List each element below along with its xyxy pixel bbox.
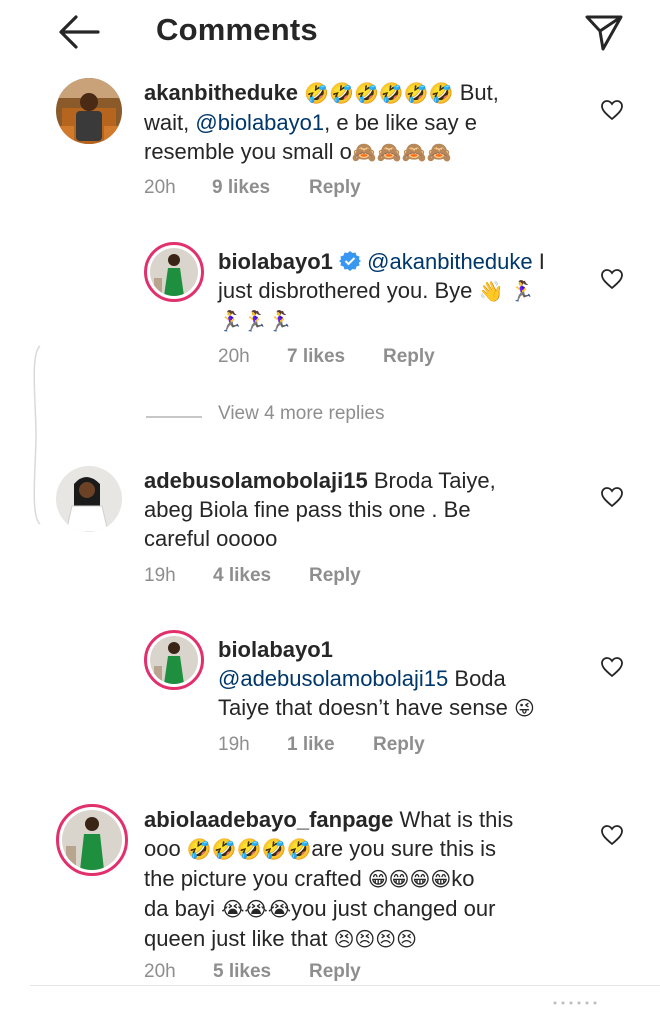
heart-outline-icon[interactable] xyxy=(600,99,624,121)
avatar[interactable] xyxy=(56,804,128,876)
more-dots-icon xyxy=(553,1001,597,1005)
likes-count[interactable]: 7 likes xyxy=(287,346,345,368)
likes-count[interactable]: 5 likes xyxy=(213,961,271,983)
reply-button[interactable]: Reply xyxy=(309,177,361,199)
likes-count[interactable]: 9 likes xyxy=(212,177,270,199)
user-photo xyxy=(150,636,198,684)
heart-outline-icon[interactable] xyxy=(600,268,624,290)
emoji-running: 🏃‍♀️🏃‍♀️🏃‍♀️ xyxy=(218,309,293,333)
timestamp: 19h xyxy=(218,734,250,755)
timestamp: 20h xyxy=(144,177,176,198)
emoji-persevere: 😣😣😣😣 xyxy=(333,927,417,951)
page-title: Comments xyxy=(156,12,318,47)
username[interactable]: biolabayo1 xyxy=(218,249,333,274)
divider-line xyxy=(146,416,202,418)
username[interactable]: adebusolamobolaji15 xyxy=(144,468,368,493)
user-photo xyxy=(56,78,122,144)
timestamp: 20h xyxy=(218,346,250,367)
bottom-divider xyxy=(30,985,660,986)
avatar[interactable] xyxy=(144,242,204,302)
avatar[interactable] xyxy=(56,78,122,144)
heart-outline-icon[interactable] xyxy=(600,656,624,678)
user-photo xyxy=(150,248,198,296)
timestamp: 19h xyxy=(144,565,176,586)
user-photo xyxy=(56,466,122,532)
share-button[interactable] xyxy=(584,12,624,52)
comment-text: biolabayo1 @adebusolamobolaji15 Boda Tai… xyxy=(218,637,535,720)
user-photo xyxy=(62,810,122,870)
reply-button[interactable]: Reply xyxy=(383,346,435,368)
comment-text: adebusolamobolaji15 Broda Taiye, abeg Bi… xyxy=(144,468,496,551)
comments-header: Comments xyxy=(0,0,660,64)
reply-button[interactable]: Reply xyxy=(373,734,425,756)
comment-text: akanbitheduke 🤣🤣🤣🤣🤣🤣 But, wait, @biolaba… xyxy=(144,80,499,164)
back-button[interactable] xyxy=(58,14,100,50)
likes-count[interactable]: 4 likes xyxy=(213,565,271,587)
emoji-grin: 😁😁😁😁 xyxy=(367,867,452,891)
edge-curve-decoration xyxy=(33,345,41,525)
emoji-tongue-wink: 😜 xyxy=(513,696,535,720)
emoji-wave-run: 👋 🏃‍♀️ xyxy=(478,279,535,303)
emoji-loud-cry: 😭😭😭 xyxy=(221,897,292,921)
emoji-rofl: 🤣🤣🤣🤣🤣🤣 xyxy=(304,81,454,105)
reply-button[interactable]: Reply xyxy=(309,961,361,983)
emoji-rofl: 🤣🤣🤣🤣🤣 xyxy=(186,837,312,861)
likes-count[interactable]: 1 like xyxy=(287,734,335,756)
mention-link[interactable]: @akanbitheduke xyxy=(367,249,532,274)
mention-link[interactable]: @adebusolamobolaji15 xyxy=(218,666,448,691)
mention-link[interactable]: @biolabayo1 xyxy=(195,110,324,135)
username[interactable]: biolabayo1 xyxy=(218,637,333,662)
emoji-see-no-evil: 🙈🙈🙈🙈 xyxy=(351,140,452,164)
avatar[interactable] xyxy=(56,466,122,532)
heart-outline-icon[interactable] xyxy=(600,824,624,846)
comment-text: biolabayo1 @akanbitheduke I just disbrot… xyxy=(218,249,545,333)
username[interactable]: akanbitheduke xyxy=(144,80,298,105)
username[interactable]: abiolaadebayo_fanpage xyxy=(144,807,393,832)
timestamp: 20h xyxy=(144,961,176,982)
comment-text: abiolaadebayo_fanpage What is this ooo 🤣… xyxy=(144,807,514,951)
paper-plane-icon xyxy=(585,15,623,51)
reply-button[interactable]: Reply xyxy=(309,565,361,587)
heart-outline-icon[interactable] xyxy=(600,486,624,508)
view-more-label: View 4 more replies xyxy=(218,403,385,424)
avatar[interactable] xyxy=(144,630,204,690)
arrow-left-icon xyxy=(59,15,100,49)
verified-badge-icon xyxy=(339,251,362,271)
